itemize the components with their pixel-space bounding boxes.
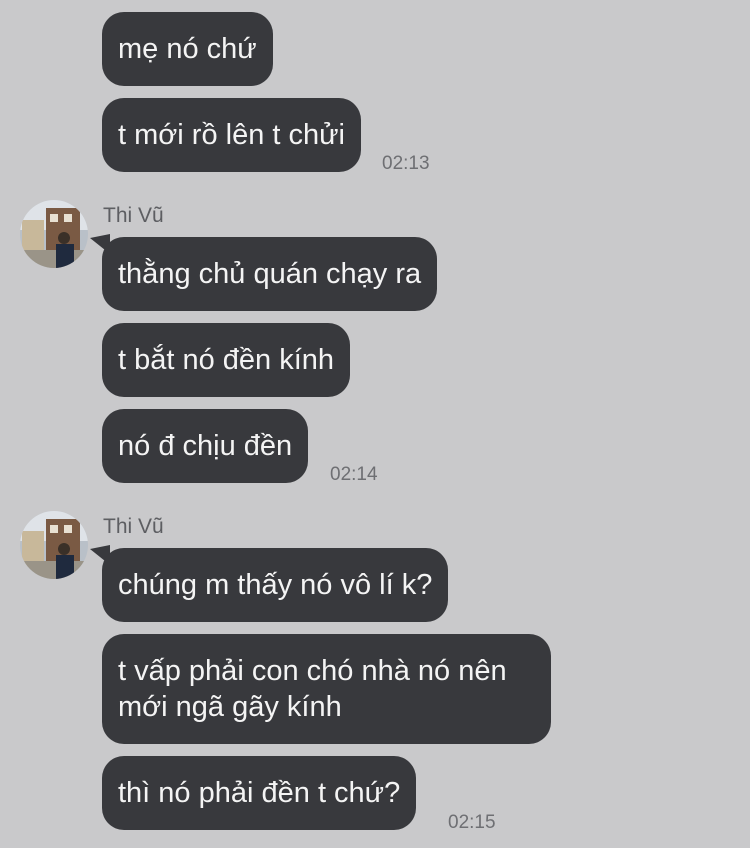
message-text: t vấp phải con chó nhà nó nên mới ngã gã… bbox=[118, 655, 507, 723]
message-timestamp: 02:13 bbox=[382, 153, 430, 174]
message-text: t mới rồ lên t chửi bbox=[118, 119, 345, 151]
message-text: mẹ nó chứ bbox=[118, 33, 257, 65]
avatar[interactable] bbox=[20, 200, 88, 268]
message-text: nó đ chịu đền bbox=[118, 430, 293, 462]
message-bubble[interactable]: thì nó phải đền t chứ? bbox=[102, 756, 417, 830]
message-bubble[interactable]: t mới rồ lên t chửi bbox=[102, 98, 361, 172]
message-bubble[interactable]: chúng m thấy nó vô lí k? bbox=[102, 548, 449, 622]
message-text: chúng m thấy nó vô lí k? bbox=[118, 569, 433, 601]
avatar-photo bbox=[20, 200, 88, 268]
message-bubble[interactable]: nó đ chịu đền bbox=[102, 409, 309, 483]
message-bubble[interactable]: mẹ nó chứ bbox=[102, 12, 273, 86]
message-text: t bắt nó đền kính bbox=[118, 344, 335, 376]
message-bubble[interactable]: t bắt nó đền kính bbox=[102, 323, 351, 397]
message-timestamp: 02:15 bbox=[448, 812, 496, 833]
message-timestamp: 02:14 bbox=[330, 464, 378, 485]
avatar-photo bbox=[20, 511, 88, 579]
avatar[interactable] bbox=[20, 511, 88, 579]
message-bubble[interactable]: thằng chủ quán chạy ra bbox=[102, 237, 438, 311]
sender-name[interactable]: Thi Vũ bbox=[103, 515, 164, 539]
message-text: thằng chủ quán chạy ra bbox=[118, 258, 422, 290]
sender-name[interactable]: Thi Vũ bbox=[103, 204, 164, 228]
message-bubble[interactable]: t vấp phải con chó nhà nó nên mới ngã gã… bbox=[102, 634, 551, 744]
message-text: thì nó phải đền t chứ? bbox=[118, 777, 401, 809]
